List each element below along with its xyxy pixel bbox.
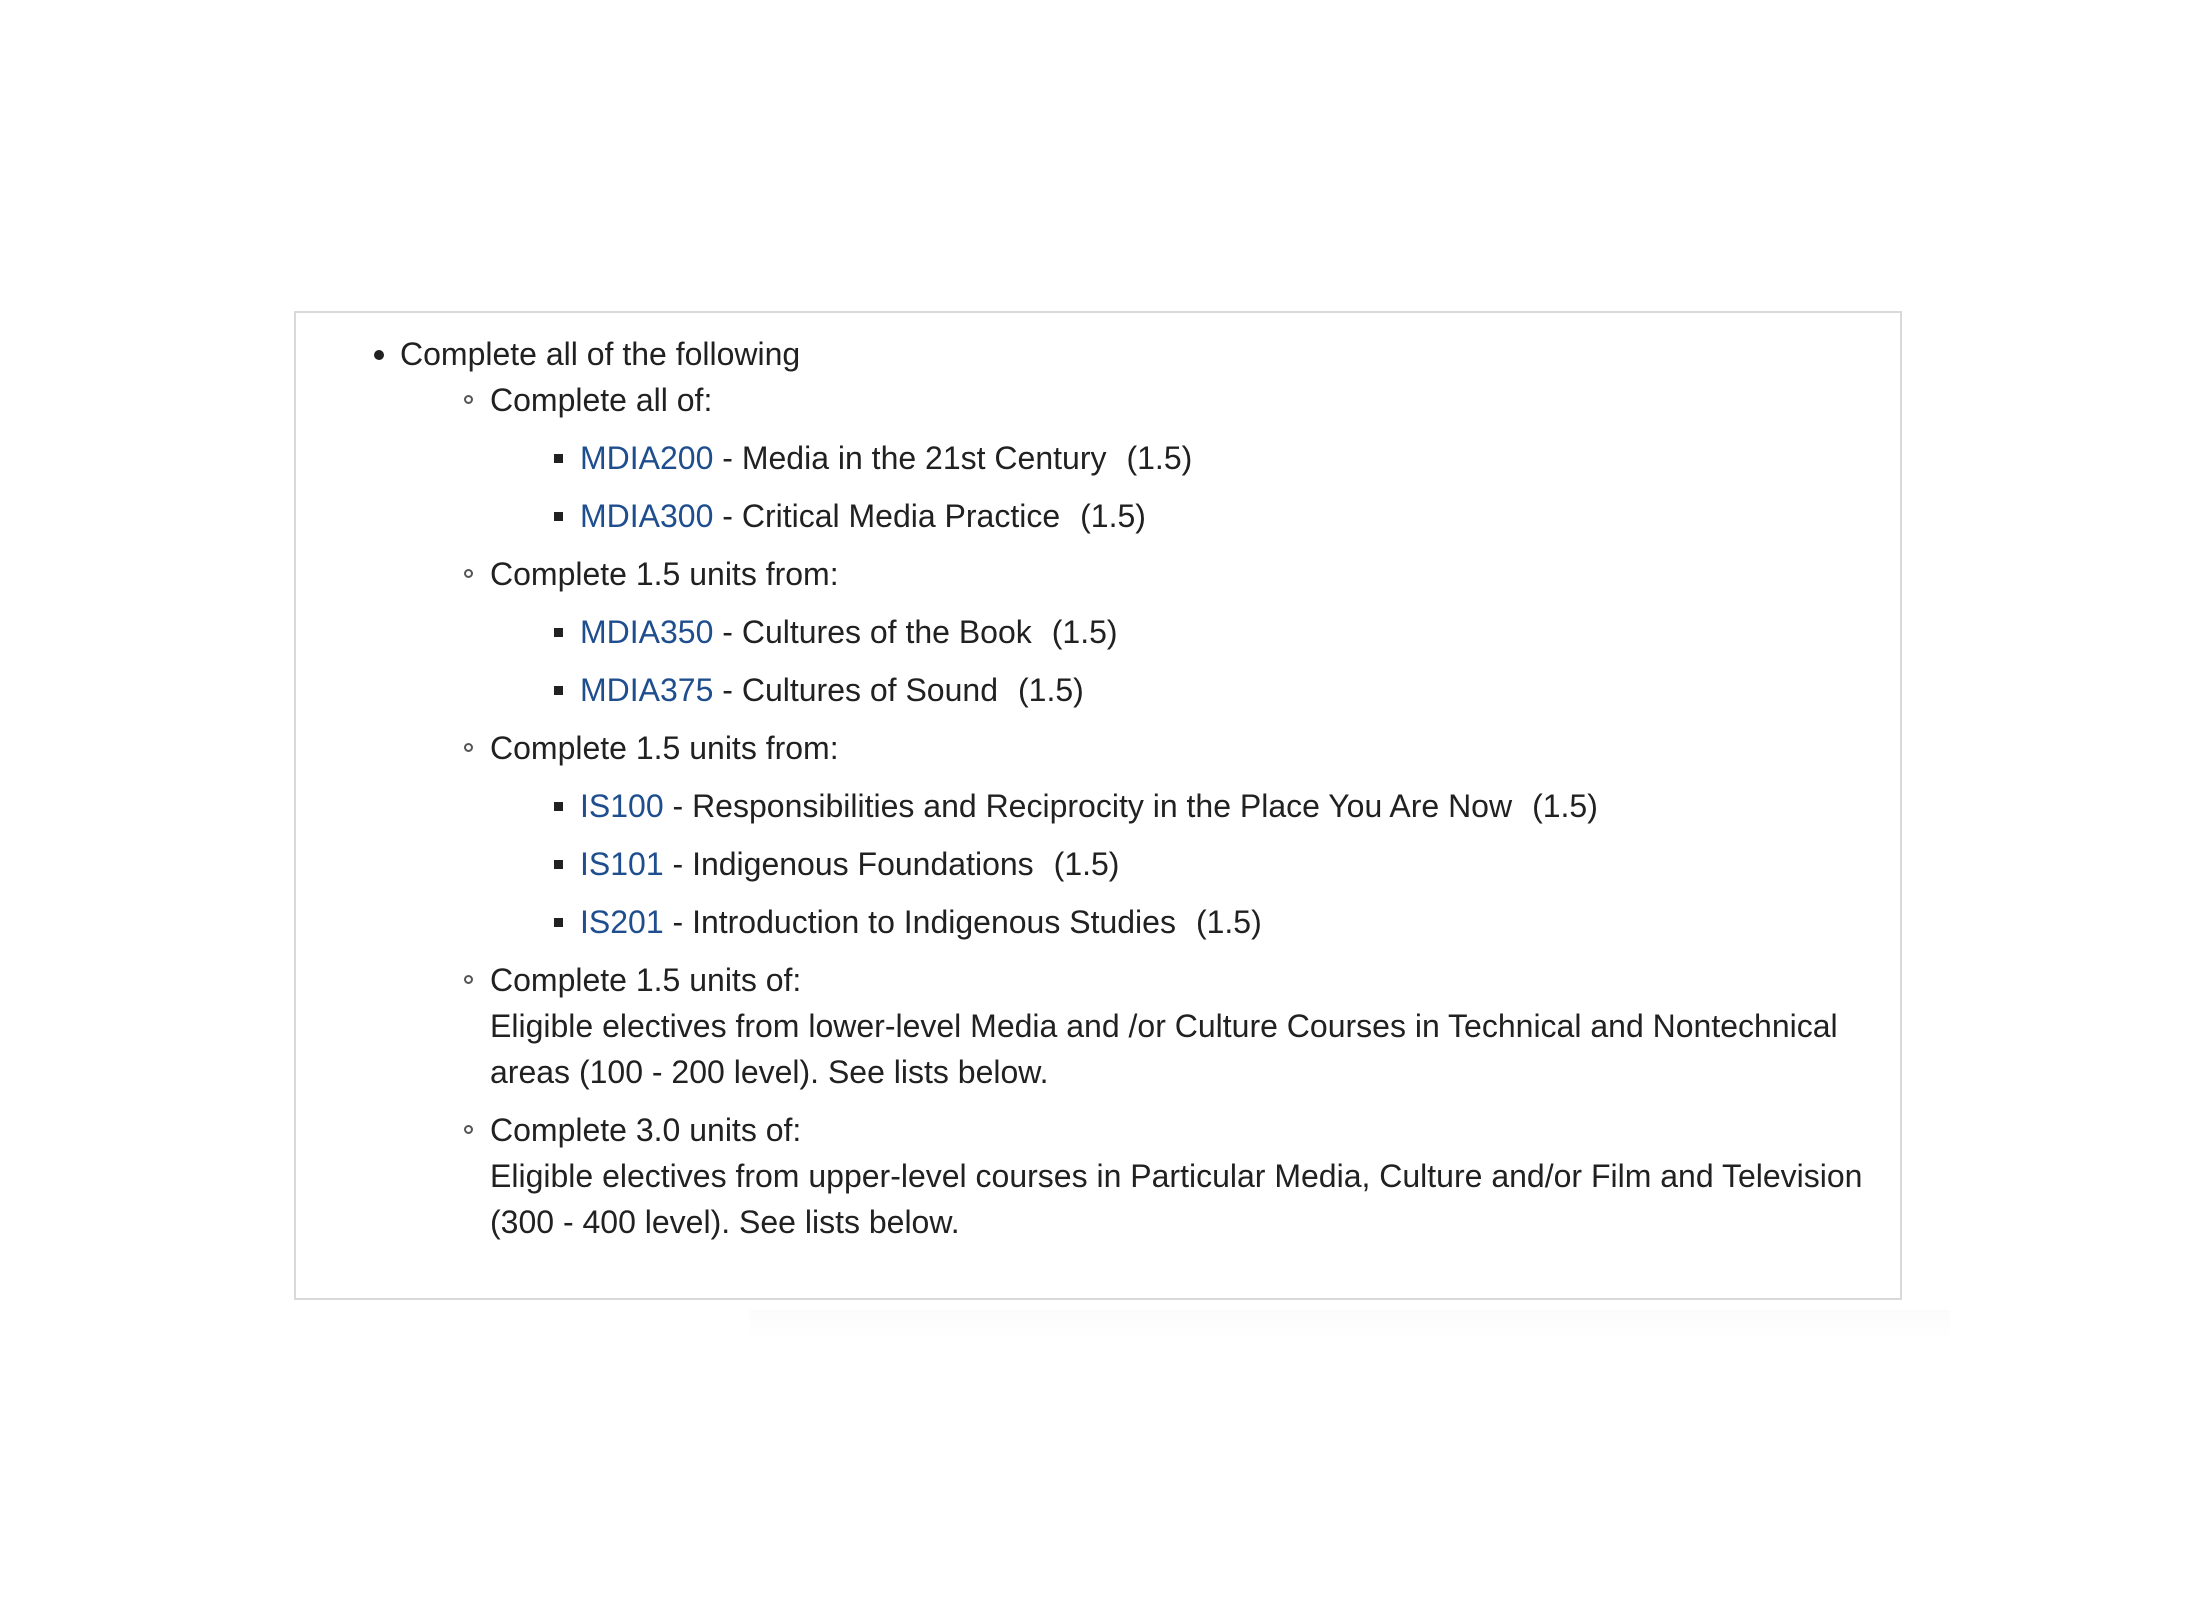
- panel-shadow: [750, 1310, 1950, 1340]
- group-label: Complete 1.5 units from:: [490, 730, 839, 766]
- group-label: Complete 1.5 units of:: [490, 962, 802, 998]
- group-label-row: Complete all of:: [464, 377, 1884, 423]
- course-item: MDIA350 - Cultures of the Book (1.5): [554, 609, 1884, 655]
- course-list: IS100 - Responsibilities and Reciprocity…: [554, 783, 1884, 945]
- course-item: MDIA200 - Media in the 21st Century (1.5): [554, 435, 1884, 481]
- circle-bullet-icon: [464, 569, 473, 578]
- course-title: - Critical Media Practice: [713, 498, 1061, 534]
- course-code-link[interactable]: MDIA300: [580, 498, 713, 534]
- course-units: (1.5): [1017, 672, 1084, 708]
- course-code-link[interactable]: MDIA350: [580, 614, 713, 650]
- course-units: (1.5): [1532, 788, 1598, 824]
- requirement-heading-row: Complete all of the following: [374, 331, 1884, 377]
- requirement-group: Complete 3.0 units of: Eligible elective…: [464, 1107, 1884, 1245]
- course-row: MDIA375 - Cultures of Sound (1.5): [554, 667, 1884, 713]
- course-item: MDIA300 - Critical Media Practice (1.5): [554, 493, 1884, 539]
- course-code-link[interactable]: IS100: [580, 788, 664, 824]
- course-units: (1.5): [1195, 904, 1262, 940]
- course-code-link[interactable]: IS201: [580, 904, 664, 940]
- square-bullet-icon: [554, 802, 563, 811]
- circle-bullet-icon: [464, 975, 473, 984]
- group-description: Eligible electives from lower-level Medi…: [490, 1008, 1838, 1090]
- course-units: (1.5): [1080, 498, 1146, 534]
- requirement-groups: Complete all of: MDIA200 - Media in the …: [464, 377, 1884, 1245]
- group-label: Complete 1.5 units from:: [490, 556, 839, 592]
- course-code-link[interactable]: MDIA200: [580, 440, 713, 476]
- course-units: (1.5): [1126, 440, 1193, 476]
- requirement-heading: Complete all of the following: [400, 336, 801, 372]
- course-item: MDIA375 - Cultures of Sound (1.5): [554, 667, 1884, 713]
- square-bullet-icon: [554, 918, 563, 927]
- course-title: - Cultures of Sound: [713, 672, 998, 708]
- course-row: IS101 - Indigenous Foundations (1.5): [554, 841, 1884, 887]
- square-bullet-icon: [554, 628, 563, 637]
- course-title: - Introduction to Indigenous Studies: [663, 904, 1176, 940]
- requirement-group: Complete all of: MDIA200 - Media in the …: [464, 377, 1884, 539]
- circle-bullet-icon: [464, 1125, 473, 1134]
- group-description: Eligible electives from upper-level cour…: [490, 1158, 1863, 1240]
- group-label-row: Complete 1.5 units of:: [464, 957, 1884, 1003]
- circle-bullet-icon: [464, 743, 473, 752]
- group-label-row: Complete 3.0 units of:: [464, 1107, 1884, 1153]
- group-label: Complete 3.0 units of:: [490, 1112, 802, 1148]
- course-row: MDIA200 - Media in the 21st Century (1.5): [554, 435, 1884, 481]
- requirement-group: Complete 1.5 units of: Eligible elective…: [464, 957, 1884, 1095]
- course-item: IS100 - Responsibilities and Reciprocity…: [554, 783, 1884, 829]
- course-units: (1.5): [1053, 846, 1120, 882]
- course-title: - Responsibilities and Reciprocity in th…: [663, 788, 1513, 824]
- course-row: IS100 - Responsibilities and Reciprocity…: [554, 783, 1884, 829]
- disc-bullet-icon: [374, 350, 384, 360]
- course-list: MDIA200 - Media in the 21st Century (1.5)…: [554, 435, 1884, 539]
- circle-bullet-icon: [464, 395, 473, 404]
- course-code-link[interactable]: IS101: [580, 846, 664, 882]
- requirement-group: Complete 1.5 units from: IS100 - Respons…: [464, 725, 1884, 945]
- course-row: MDIA300 - Critical Media Practice (1.5): [554, 493, 1884, 539]
- requirement-group: Complete 1.5 units from: MDIA350 - Cultu…: [464, 551, 1884, 713]
- course-title: - Indigenous Foundations: [663, 846, 1034, 882]
- course-list: MDIA350 - Cultures of the Book (1.5) MDIA…: [554, 609, 1884, 713]
- course-title: - Cultures of the Book: [713, 614, 1032, 650]
- requirements-panel: Complete all of the following Complete a…: [294, 311, 1902, 1300]
- square-bullet-icon: [554, 686, 563, 695]
- course-item: IS101 - Indigenous Foundations (1.5): [554, 841, 1884, 887]
- square-bullet-icon: [554, 860, 563, 869]
- course-item: IS201 - Introduction to Indigenous Studi…: [554, 899, 1884, 945]
- requirement-root: Complete all of the following Complete a…: [374, 331, 1884, 1245]
- course-title: - Media in the 21st Century: [713, 440, 1107, 476]
- course-units: (1.5): [1051, 614, 1118, 650]
- group-label-row: Complete 1.5 units from:: [464, 725, 1884, 771]
- square-bullet-icon: [554, 454, 563, 463]
- group-label: Complete all of:: [490, 382, 713, 418]
- course-code-link[interactable]: MDIA375: [580, 672, 713, 708]
- course-row: IS201 - Introduction to Indigenous Studi…: [554, 899, 1884, 945]
- group-label-row: Complete 1.5 units from:: [464, 551, 1884, 597]
- course-row: MDIA350 - Cultures of the Book (1.5): [554, 609, 1884, 655]
- square-bullet-icon: [554, 512, 563, 521]
- requirements-list: Complete all of the following Complete a…: [374, 331, 1884, 1257]
